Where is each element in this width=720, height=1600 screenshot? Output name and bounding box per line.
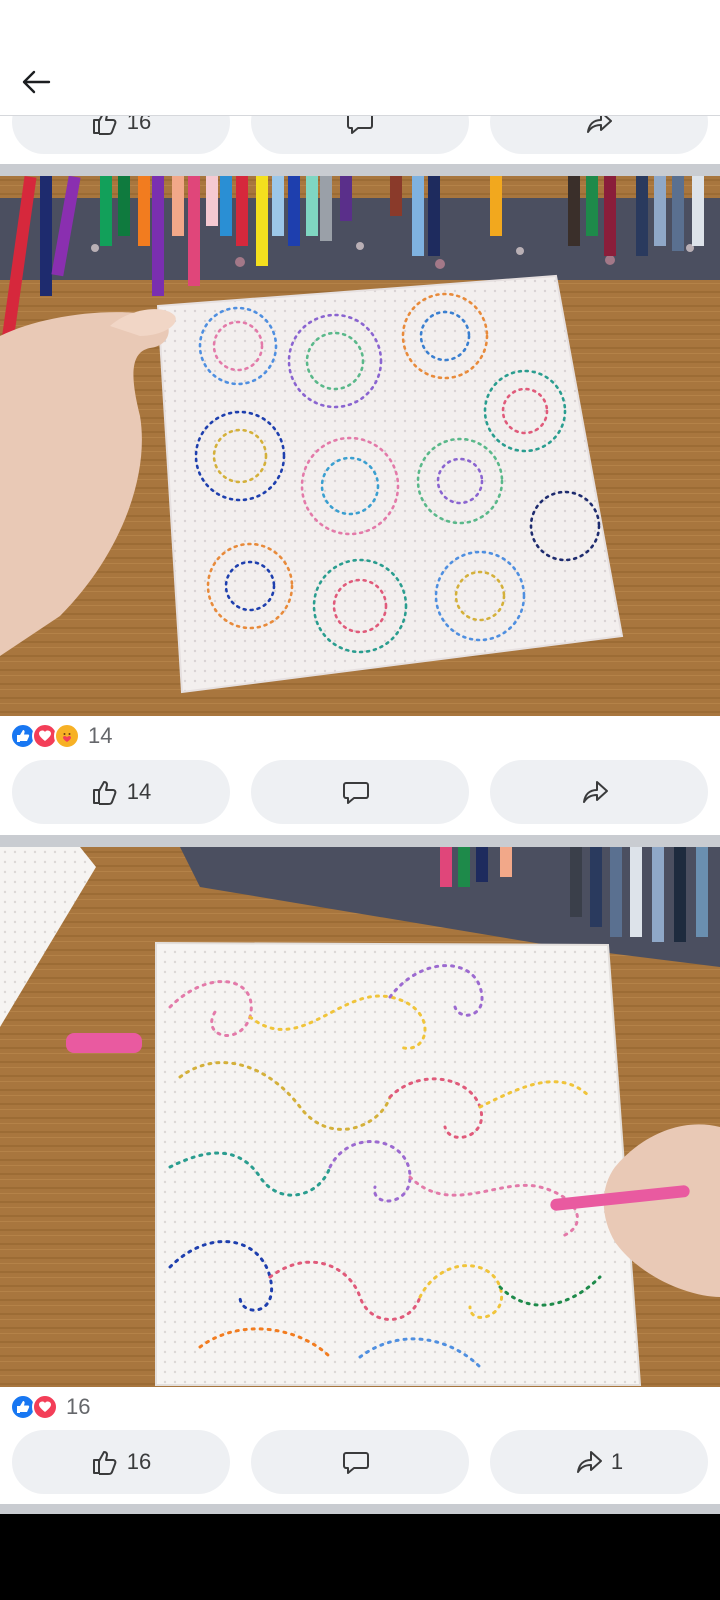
share-button[interactable]: 1 <box>490 1430 708 1494</box>
like-count: 16 <box>126 116 152 134</box>
like-count: 14 <box>126 779 152 804</box>
love-reaction-icon <box>32 1394 58 1420</box>
post-actions: 14 <box>0 760 720 824</box>
share-button[interactable] <box>490 760 708 824</box>
top-app-bar <box>0 0 720 116</box>
comment-button[interactable] <box>251 116 469 154</box>
thumbs-up-icon <box>92 1451 117 1475</box>
share-button[interactable] <box>490 116 708 154</box>
previous-post-actions: 16 <box>0 116 720 154</box>
like-count: 16 <box>126 1449 152 1474</box>
care-reaction-icon <box>54 723 80 749</box>
like-button[interactable]: 16 <box>12 116 230 154</box>
comment-icon <box>343 1452 369 1474</box>
system-navigation-area <box>0 1514 720 1600</box>
post-photo-swirls[interactable] <box>0 847 720 1387</box>
thumbs-up-icon <box>92 781 117 805</box>
arrow-left-icon <box>22 70 51 94</box>
post-divider <box>0 164 720 176</box>
post-actions: 16 1 <box>0 1430 720 1494</box>
thumbs-up-icon <box>92 116 117 135</box>
back-button[interactable] <box>14 62 58 102</box>
comment-button[interactable] <box>251 1430 469 1494</box>
reaction-count: 16 <box>66 1394 91 1419</box>
like-button[interactable]: 14 <box>12 760 230 824</box>
share-count: 1 <box>610 1449 624 1474</box>
share-icon <box>583 781 608 803</box>
reaction-count: 14 <box>88 723 113 748</box>
share-icon <box>576 1451 602 1473</box>
comment-icon <box>343 782 369 804</box>
like-button[interactable]: 16 <box>12 1430 230 1494</box>
post-photo-circles[interactable] <box>0 176 720 716</box>
comment-icon <box>347 116 373 134</box>
comment-button[interactable] <box>251 760 469 824</box>
post-divider <box>0 1504 720 1514</box>
post-divider <box>0 835 720 847</box>
reaction-summary[interactable]: 14 <box>10 721 112 751</box>
share-icon <box>587 116 612 133</box>
reaction-summary[interactable]: 16 <box>10 1392 90 1422</box>
